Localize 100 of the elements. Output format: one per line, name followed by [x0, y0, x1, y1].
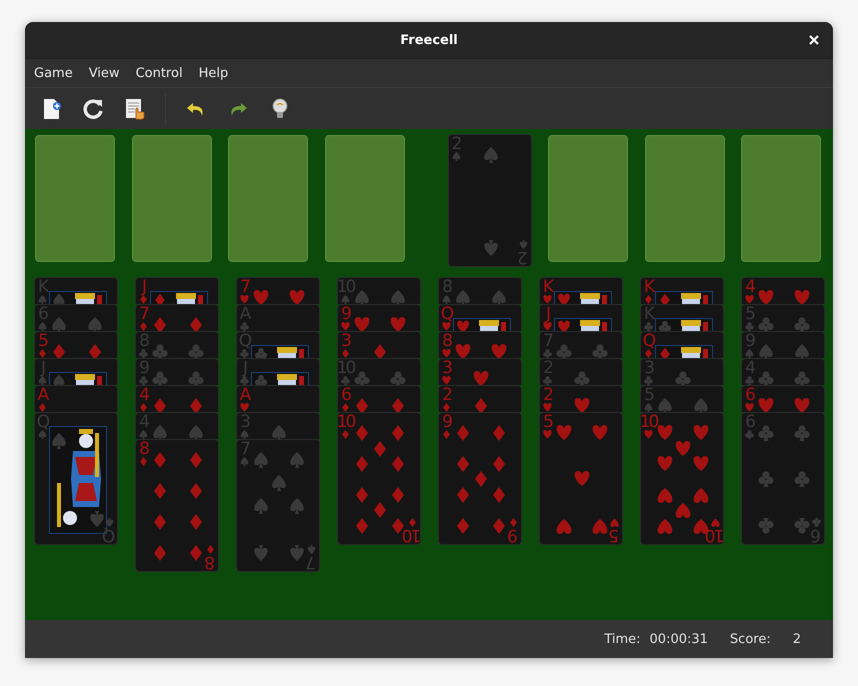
- suit-icon: [543, 403, 552, 412]
- suit-pips-drawing: [556, 344, 608, 358]
- playing-card[interactable]: 6: [741, 385, 825, 412]
- playing-card[interactable]: 2: [539, 385, 623, 412]
- rank-label: 9: [341, 306, 350, 322]
- suit-icon: [442, 430, 451, 439]
- rank-label: Q: [440, 306, 452, 322]
- rank-label: Q: [104, 527, 116, 543]
- suit-icon: [745, 295, 754, 304]
- rank-label: 3: [341, 333, 350, 349]
- free-cell-slot[interactable]: [35, 135, 115, 262]
- document-hand-icon[interactable]: [123, 96, 147, 120]
- suit-icon: [341, 430, 350, 439]
- suit-icon: [105, 518, 114, 527]
- rank-label: A: [38, 387, 48, 403]
- playing-card[interactable]: A: [34, 385, 118, 412]
- suit-icon: [139, 349, 148, 358]
- suit-icon: [644, 322, 653, 331]
- suit-icon: [240, 430, 249, 439]
- playing-card[interactable]: 8 8: [135, 439, 219, 572]
- rank-label: 6: [341, 387, 350, 403]
- suit-pips-drawing: [475, 398, 487, 412]
- playing-card[interactable]: 10 10: [337, 412, 421, 545]
- suit-icon: [38, 322, 47, 331]
- court-figure-drawing: [453, 318, 511, 331]
- playing-card[interactable]: 2: [438, 385, 522, 412]
- suit-pips-drawing: [675, 371, 691, 385]
- suit-pips-drawing: [758, 371, 810, 385]
- court-figure-drawing: [655, 291, 713, 304]
- playing-card[interactable]: 6: [337, 385, 421, 412]
- score-value: 2: [792, 632, 801, 646]
- playing-card[interactable]: 5 5: [539, 412, 623, 545]
- court-figure-drawing: [554, 291, 612, 304]
- rank-label: 10: [338, 414, 354, 430]
- playing-card[interactable]: Q: [438, 304, 522, 331]
- suit-pips-drawing: [374, 344, 386, 358]
- rank-label: 3: [442, 360, 451, 376]
- close-icon[interactable]: [807, 33, 821, 47]
- menu-item[interactable]: View: [82, 66, 126, 80]
- playing-card[interactable]: 7: [135, 304, 219, 331]
- menu-item[interactable]: Help: [192, 66, 234, 80]
- menu-item[interactable]: Game: [28, 66, 79, 80]
- refresh-icon[interactable]: [81, 96, 105, 120]
- playing-card[interactable]: 3: [438, 358, 522, 385]
- suit-icon: [240, 457, 249, 466]
- free-cell-slot[interactable]: [324, 135, 404, 262]
- court-figure-drawing: [251, 372, 309, 385]
- playing-card[interactable]: 9 9: [438, 412, 522, 545]
- suit-icon: [745, 403, 754, 412]
- suit-icon: [139, 376, 148, 385]
- playing-card[interactable]: J: [135, 277, 219, 304]
- suit-pips-drawing: [272, 425, 286, 439]
- rank-label: 5: [610, 527, 619, 543]
- suit-icon: [543, 349, 552, 358]
- court-figure-drawing: [655, 318, 713, 331]
- rank-label: J: [142, 279, 145, 295]
- rank-label: 10: [404, 527, 420, 543]
- time-value: 00:00:31: [650, 632, 708, 646]
- free-cell-slot[interactable]: [132, 135, 212, 262]
- playing-card[interactable]: K: [539, 277, 623, 304]
- playing-card[interactable]: 8: [438, 331, 522, 358]
- suit-icon: [240, 295, 249, 304]
- window-title: Freecell: [400, 32, 458, 48]
- suit-icon: [745, 349, 754, 358]
- suit-icon: [139, 430, 148, 439]
- rank-label: 2: [442, 387, 451, 403]
- rank-label: 5: [38, 333, 47, 349]
- suit-pips-drawing: [758, 398, 810, 412]
- suit-icon: [442, 322, 451, 331]
- suit-icon: [442, 349, 451, 358]
- suit-icon: [240, 376, 249, 385]
- playing-card[interactable]: J: [539, 304, 623, 331]
- suit-icon: [442, 295, 451, 304]
- playing-card[interactable]: 7: [236, 277, 320, 304]
- playing-card[interactable]: A: [236, 385, 320, 412]
- suit-icon: [711, 518, 720, 527]
- court-figure-drawing: [251, 345, 309, 358]
- playing-card[interactable]: 3: [337, 331, 421, 358]
- court-figure-drawing: [655, 345, 713, 358]
- playing-card[interactable]: 5: [34, 331, 118, 358]
- suit-icon: [543, 376, 552, 385]
- menu-item[interactable]: Control: [130, 66, 189, 80]
- playing-card[interactable]: 4: [135, 385, 219, 412]
- suit-pips-drawing: [658, 398, 708, 412]
- playing-card[interactable]: 4: [741, 277, 825, 304]
- time-label: Time:: [604, 632, 641, 646]
- playing-card[interactable]: Q: [640, 331, 724, 358]
- suit-icon: [610, 518, 619, 527]
- suit-pips-drawing: [758, 317, 810, 331]
- playing-card[interactable]: K: [640, 277, 724, 304]
- free-cell-slot[interactable]: [228, 135, 308, 262]
- suit-pips-drawing: [356, 398, 404, 412]
- suit-pips-drawing: [152, 371, 204, 385]
- playing-card[interactable]: 9: [337, 304, 421, 331]
- suit-icon: [509, 518, 518, 527]
- suit-pips-drawing: [354, 317, 406, 331]
- suit-pips-drawing: [456, 290, 506, 304]
- suit-icon: [240, 322, 249, 331]
- playing-card[interactable]: 10 10: [640, 412, 724, 545]
- rank-label: 6: [745, 387, 754, 403]
